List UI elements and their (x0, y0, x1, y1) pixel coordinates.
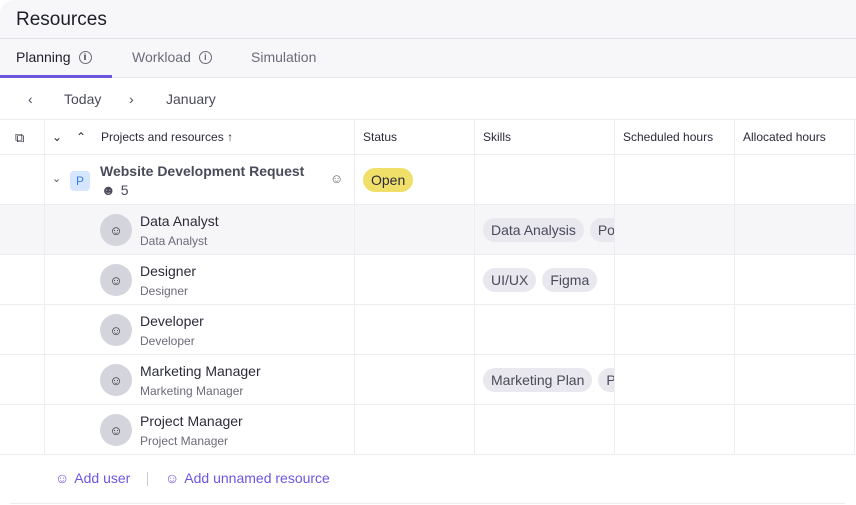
tab-label: Simulation (251, 49, 317, 65)
prev-icon[interactable]: ‹ (28, 91, 33, 107)
page-title: Resources (16, 9, 107, 30)
column-projects[interactable]: Projects and resources ↑ (101, 130, 233, 144)
month-label[interactable]: January (166, 91, 216, 107)
expand-all-icon[interactable]: ⌄ (52, 130, 62, 144)
sort-asc-icon[interactable]: ↑ (227, 130, 233, 144)
project-badge: P (70, 171, 90, 191)
add-user-label: Add user (74, 470, 131, 486)
tab-label: Planning (16, 49, 71, 65)
add-unnamed-label: Add unnamed resource (184, 470, 330, 486)
resource-name[interactable]: Project Manager (140, 413, 243, 429)
resource-name[interactable]: Developer (140, 313, 204, 329)
select-all-icon[interactable]: ⧉ (15, 130, 24, 146)
column-scheduled-hours[interactable]: Scheduled hours (623, 130, 713, 144)
add-user-button[interactable]: ☺ Add user (55, 470, 130, 486)
resource-avatar: ☺ (100, 414, 132, 446)
info-icon[interactable]: i (198, 50, 212, 64)
tab-simulation[interactable]: Simulation (251, 49, 316, 65)
resource-name[interactable]: Marketing Manager (140, 363, 261, 379)
next-icon[interactable]: › (129, 91, 134, 107)
tab-planning[interactable]: Planning i (16, 49, 92, 65)
add-unnamed-resource-button[interactable]: ☺ Add unnamed resource (165, 470, 330, 486)
resource-name[interactable]: Data Analyst (140, 213, 219, 229)
skill-chip: Marketing Plan (483, 368, 593, 392)
resource-role: Marketing Manager (140, 384, 244, 398)
resource-role: Designer (140, 284, 189, 298)
skill-chip: Figma (542, 268, 598, 292)
info-icon[interactable]: i (78, 50, 92, 64)
resource-count: 5 (120, 182, 129, 198)
resource-avatar: ☺ (100, 264, 132, 296)
tab-label: Workload (132, 49, 191, 65)
skills-list: Data AnalysisPow (483, 218, 614, 242)
user-icon: ☺ (109, 272, 123, 288)
resource-name[interactable]: Designer (140, 263, 196, 279)
resource-avatar: ☺ (100, 214, 132, 246)
column-skills[interactable]: Skills (483, 130, 511, 144)
status-badge: Open (363, 168, 414, 192)
resource-avatar: ☺ (100, 314, 132, 346)
today-button[interactable]: Today (64, 91, 101, 107)
column-label: Projects and resources (101, 130, 224, 144)
user-icon: ☺ (109, 222, 123, 238)
chevron-down-icon[interactable]: ⌄ (52, 172, 61, 185)
column-status[interactable]: Status (363, 130, 397, 144)
skill-chip: Pr (598, 368, 614, 392)
resource-role: Project Manager (140, 434, 229, 448)
users-icon: ☻ (101, 182, 116, 198)
resource-avatar: ☺ (100, 364, 132, 396)
user-icon: ☺ (109, 322, 123, 338)
resource-role: Data Analyst (140, 234, 208, 248)
skill-chip: UI/UX (483, 268, 537, 292)
skill-chip: Data Analysis (483, 218, 584, 242)
project-name[interactable]: Website Development Request (100, 163, 304, 179)
user-icon: ☺ (165, 470, 180, 486)
column-allocated-hours[interactable]: Allocated hours (743, 130, 826, 144)
header-area: Resources Planning i Workload i Simulation (0, 0, 856, 78)
user-icon: ☺ (55, 470, 70, 486)
skills-list: UI/UX Figma (483, 268, 614, 292)
skills-list: Marketing PlanPr (483, 368, 614, 392)
user-icon: ☺ (109, 422, 123, 438)
resource-role: Developer (140, 334, 195, 348)
skill-chip: Pow (589, 218, 614, 242)
collapse-all-icon[interactable]: ⌃ (76, 130, 86, 144)
assign-user-icon[interactable]: ☺ (330, 171, 343, 186)
tab-workload[interactable]: Workload i (132, 49, 212, 65)
user-icon: ☺ (109, 372, 123, 388)
active-tab-indicator (0, 75, 112, 78)
